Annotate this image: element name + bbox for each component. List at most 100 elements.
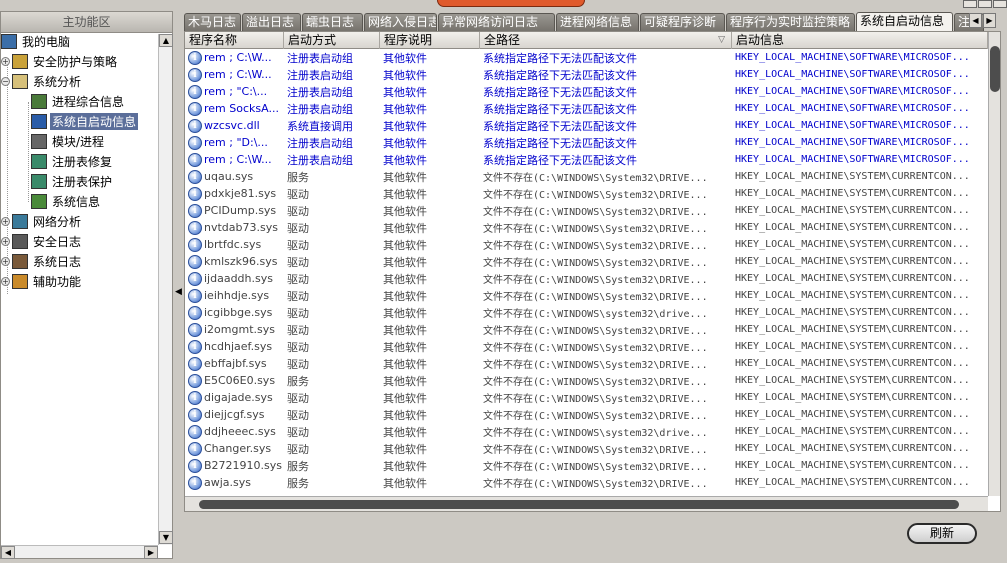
expand-icon[interactable]: + — [1, 277, 10, 286]
scroll-left-arrow-icon[interactable]: ◀ — [1, 546, 15, 559]
column-header-0[interactable]: 程序名称 — [185, 32, 284, 49]
expand-icon[interactable]: + — [1, 217, 10, 226]
start-info-cell: HKEY_LOCAL_MACHINE\SOFTWARE\MICROSOF... — [735, 52, 970, 63]
tree-item-label: 辅助功能 — [33, 275, 82, 289]
expand-icon[interactable]: + — [1, 237, 10, 246]
maximize-button[interactable] — [978, 0, 992, 8]
tab-8[interactable]: 系统自启动信息 — [856, 12, 953, 31]
start-method-cell: 驱动 — [287, 391, 309, 405]
tab-1[interactable]: 溢出日志 — [242, 13, 301, 31]
column-header-4[interactable]: 启动信息 — [732, 32, 988, 49]
full-path-cell: 文件不存在(C:\WINDOWS\System32\DRIVE... — [483, 360, 708, 371]
program-name-cell: i E5C06E0.sys — [185, 373, 284, 388]
tree-item-4[interactable]: 系统自启动信息 — [31, 112, 139, 131]
tree-item-11[interactable]: + 系统日志 — [1, 252, 83, 271]
horizontal-scroll-thumb[interactable] — [199, 500, 959, 509]
tree-item-0[interactable]: 我的电脑 — [1, 34, 72, 51]
start-info-cell: HKEY_LOCAL_MACHINE\SYSTEM\CURRENTCON... — [735, 273, 970, 284]
column-header-2[interactable]: 程序说明 — [380, 32, 480, 49]
tab-scroll-left-icon[interactable]: ◀ — [969, 13, 982, 28]
tree-item-3[interactable]: 进程综合信息 — [31, 92, 126, 111]
table-row[interactable]: i wzcsvc.dll 系统直接调用 其他软件 系统指定路径下无法匹配该文件 HKEY_… — [185, 117, 988, 134]
tab-7[interactable]: 程序行为实时监控策略 — [726, 13, 855, 31]
table-row[interactable]: i diejjcgf.sys 驱动 其他软件 文件不存在(C:\WINDOWS\Syst… — [185, 406, 988, 423]
tree-item-label: 注册表保护 — [52, 175, 113, 189]
tree-item-label: 进程综合信息 — [52, 95, 125, 109]
table-row[interactable]: i Changer.sys 驱动 其他软件 文件不存在(C:\WINDOWS\Syste… — [185, 440, 988, 457]
tree-item-5[interactable]: 模块/进程 — [31, 132, 106, 151]
tree-item-8[interactable]: 系统信息 — [31, 192, 102, 211]
tree-item-label: 系统分析 — [33, 75, 82, 89]
description-cell: 其他软件 — [383, 51, 427, 65]
full-path-cell: 系统指定路径下无法匹配该文件 — [483, 51, 637, 65]
tab-4[interactable]: 异常网络访问日志 — [438, 13, 555, 31]
table-row[interactable]: i kmlszk96.sys 驱动 其他软件 文件不存在(C:\WINDOWS\Syst… — [185, 253, 988, 270]
table-row[interactable]: i awja.sys 服务 其他软件 文件不存在(C:\WINDOWS\System32… — [185, 474, 988, 491]
table-row[interactable]: i rem ; "C:\... 注册表启动组 其他软件 系统指定路径下无法匹配该文件 HK… — [185, 83, 988, 100]
tab-scroll-right-icon[interactable]: ▶ — [983, 13, 996, 28]
table-row[interactable]: i uqau.sys 服务 其他软件 文件不存在(C:\WINDOWS\System32… — [185, 168, 988, 185]
table-row[interactable]: i rem ; "D:\... 注册表启动组 其他软件 系统指定路径下无法匹配该文件 HK… — [185, 134, 988, 151]
scroll-up-arrow-icon[interactable]: ▲ — [159, 34, 173, 47]
tree-item-6[interactable]: 注册表修复 — [31, 152, 114, 171]
program-name-cell: i PCIDump.sys — [185, 203, 284, 218]
info-icon: i — [188, 458, 202, 473]
tree-item-10[interactable]: + 安全日志 — [1, 232, 83, 251]
table-horizontal-scrollbar[interactable] — [185, 496, 988, 511]
table-row[interactable]: i E5C06E0.sys 服务 其他软件 文件不存在(C:\WINDOWS\Syste… — [185, 372, 988, 389]
table-row[interactable]: i PCIDump.sys 驱动 其他软件 文件不存在(C:\WINDOWS\Syste… — [185, 202, 988, 219]
start-method-cell: 驱动 — [287, 323, 309, 337]
table-row[interactable]: i icgibbge.sys 驱动 其他软件 文件不存在(C:\WINDOWS\syst… — [185, 304, 988, 321]
tree-item-2[interactable]: − 系统分析 — [1, 72, 83, 91]
tree-item-1[interactable]: + 安全防护与策略 — [1, 52, 119, 71]
table-row[interactable]: i nvtdab73.sys 驱动 其他软件 文件不存在(C:\WINDOWS\Syst… — [185, 219, 988, 236]
tab-3[interactable]: 网络入侵日志 — [364, 13, 437, 31]
table-row[interactable]: i digajade.sys 驱动 其他软件 文件不存在(C:\WINDOWS\Syst… — [185, 389, 988, 406]
tree-item-12[interactable]: + 辅助功能 — [1, 272, 83, 291]
start-method-cell: 驱动 — [287, 408, 309, 422]
table-row[interactable]: i ddjheeec.sys 驱动 其他软件 文件不存在(C:\WINDOWS\syst… — [185, 423, 988, 440]
table-row[interactable]: i rem ; C:\W... 注册表启动组 其他软件 系统指定路径下无法匹配该文件 HK… — [185, 151, 988, 168]
refresh-button[interactable]: 刷新 — [907, 523, 977, 544]
start-method-cell: 服务 — [287, 476, 309, 490]
table-row[interactable]: i ijdaaddh.sys 驱动 其他软件 文件不存在(C:\WINDOWS\Syst… — [185, 270, 988, 287]
full-path-cell: 系统指定路径下无法匹配该文件 — [483, 102, 637, 116]
vertical-scroll-thumb[interactable] — [990, 46, 1000, 92]
expand-icon[interactable]: + — [1, 57, 10, 66]
scroll-down-arrow-icon[interactable]: ▼ — [159, 531, 173, 544]
table-row[interactable]: i B2721910.sys 服务 其他软件 文件不存在(C:\WINDOWS\Syst… — [185, 457, 988, 474]
table-row[interactable]: i hcdhjaef.sys 驱动 其他软件 文件不存在(C:\WINDOWS\Syst… — [185, 338, 988, 355]
table-row[interactable]: i pdxkje81.sys 驱动 其他软件 文件不存在(C:\WINDOWS\Syst… — [185, 185, 988, 202]
tab-2[interactable]: 蠕虫日志 — [302, 13, 363, 31]
table-row[interactable]: i ebffajbf.sys 驱动 其他软件 文件不存在(C:\WINDOWS\Syst… — [185, 355, 988, 372]
tree-item-7[interactable]: 注册表保护 — [31, 172, 114, 191]
minimize-button[interactable] — [963, 0, 977, 8]
table-vertical-scrollbar[interactable] — [988, 32, 1000, 496]
tree-item-9[interactable]: + 网络分析 — [1, 212, 83, 231]
tab-5[interactable]: 进程网络信息 — [556, 13, 639, 31]
description-cell: 其他软件 — [383, 136, 427, 150]
description-cell: 其他软件 — [383, 459, 427, 473]
table-row[interactable]: i rem ; C:\W... 注册表启动组 其他软件 系统指定路径下无法匹配该文件 HK… — [185, 49, 988, 66]
tree-horizontal-scrollbar[interactable]: ◀ ▶ — [1, 545, 158, 559]
column-header-3[interactable]: 全路径 ▽ — [480, 32, 732, 49]
collapse-icon[interactable]: − — [1, 77, 10, 86]
table-row[interactable]: i i2omgmt.sys 驱动 其他软件 文件不存在(C:\WINDOWS\Syste… — [185, 321, 988, 338]
table-row[interactable]: i lbrtfdc.sys 驱动 其他软件 文件不存在(C:\WINDOWS\Syste… — [185, 236, 988, 253]
scroll-right-arrow-icon[interactable]: ▶ — [144, 546, 158, 559]
tab-6[interactable]: 可疑程序诊断 — [640, 13, 725, 31]
close-button[interactable] — [993, 0, 1007, 8]
panel-splitter[interactable]: ◀ — [174, 11, 182, 559]
table-row[interactable]: i ieihhdje.sys 驱动 其他软件 文件不存在(C:\WINDOWS\Syst… — [185, 287, 988, 304]
info-icon: i — [188, 254, 202, 269]
column-header-1[interactable]: 启动方式 — [284, 32, 380, 49]
expand-icon[interactable]: + — [1, 257, 10, 266]
table-row[interactable]: i rem ; C:\W... 注册表启动组 其他软件 系统指定路径下无法匹配该文件 HK… — [185, 66, 988, 83]
start-method-cell: 注册表启动组 — [287, 51, 353, 65]
collapse-left-icon[interactable]: ◀ — [175, 287, 182, 297]
tree-vertical-scrollbar[interactable]: ▲ ▼ — [158, 34, 173, 545]
full-path-cell: 文件不存在(C:\WINDOWS\System32\DRIVE... — [483, 292, 708, 303]
system-info-icon — [31, 194, 47, 209]
table-row[interactable]: i rem SocksA... 注册表启动组 其他软件 系统指定路径下无法匹配该文件 HK… — [185, 100, 988, 117]
tab-0[interactable]: 木马日志 — [184, 13, 241, 31]
